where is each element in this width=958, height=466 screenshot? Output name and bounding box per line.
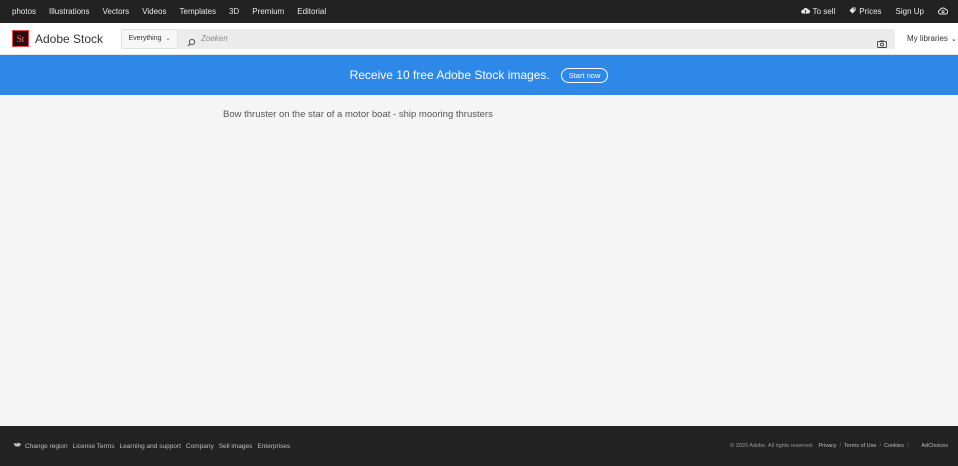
adobe-stock-logo[interactable]: St Adobe Stock xyxy=(12,30,109,47)
separator: / xyxy=(906,443,909,449)
tag-icon xyxy=(849,7,856,16)
separator: / xyxy=(879,443,881,449)
search-input[interactable] xyxy=(201,34,877,43)
nav-premium[interactable]: Premium xyxy=(252,7,284,16)
search-bar: Everything ⌄ xyxy=(121,28,895,49)
chevron-down-icon: ⌄ xyxy=(950,35,957,43)
prices-link[interactable]: Prices xyxy=(849,7,882,16)
sell-link[interactable]: To sell xyxy=(800,7,836,16)
creative-cloud-icon xyxy=(938,7,949,17)
sell-images-link[interactable]: Sell images xyxy=(219,443,253,450)
nav-photos[interactable]: photos xyxy=(12,7,36,16)
globe-icon xyxy=(13,442,22,450)
top-nav-actions: To sell Prices Sign Up xyxy=(787,7,949,17)
learning-support-link[interactable]: Learning and support xyxy=(119,443,180,450)
signup-link[interactable]: Sign Up xyxy=(896,7,924,16)
chevron-down-icon: ⌄ xyxy=(165,36,171,42)
search-scope-label: Everything xyxy=(128,35,162,42)
my-libraries-label: My libraries xyxy=(907,34,948,43)
nav-3d[interactable]: 3D xyxy=(229,7,239,16)
start-now-button[interactable]: Start now xyxy=(560,67,609,83)
nav-illustrations[interactable]: Illustrations xyxy=(49,7,89,16)
camera-icon[interactable] xyxy=(877,35,887,48)
sell-label: To sell xyxy=(812,7,836,16)
company-link[interactable]: Company xyxy=(186,443,214,450)
change-region-link[interactable]: Change region xyxy=(13,442,68,450)
copyright: © 2020 Adobe. All rights reserved. xyxy=(730,443,814,449)
privacy-link[interactable]: Privacy xyxy=(818,443,836,449)
prices-label: Prices xyxy=(859,7,882,16)
adchoices-link[interactable]: AdChoices xyxy=(921,443,948,449)
footer-links: Change region License Terms Learning and… xyxy=(13,442,295,450)
separator: / xyxy=(839,443,842,449)
nav-templates[interactable]: Templates xyxy=(180,7,216,16)
license-terms-link[interactable]: License Terms xyxy=(73,443,115,450)
search-icon xyxy=(187,34,196,47)
search-scope-dropdown[interactable]: Everything ⌄ xyxy=(121,28,178,49)
footer: Change region License Terms Learning and… xyxy=(0,426,958,466)
header: St Adobe Stock Everything ⌄ My libraries… xyxy=(0,23,958,55)
cookies-link[interactable]: Cookies xyxy=(884,443,904,449)
nav-videos[interactable]: Videos xyxy=(142,7,166,16)
logo-text: Adobe Stock xyxy=(35,31,104,46)
nav-editorial[interactable]: Editorial xyxy=(297,7,326,16)
top-nav: photos Illustrations Vectors Videos Temp… xyxy=(0,0,958,23)
change-region-label: Change region xyxy=(25,442,68,450)
footer-legal: © 2020 Adobe. All rights reserved. Priva… xyxy=(730,443,948,449)
promo-banner: Receive 10 free Adobe Stock images. Star… xyxy=(0,55,958,95)
asset-title: Bow thruster on the star of a motor boat… xyxy=(223,109,493,120)
cloud-upload-icon xyxy=(800,7,810,16)
terms-of-use-link[interactable]: Terms of Use xyxy=(844,443,876,449)
logo-badge: St xyxy=(12,30,29,47)
nav-vectors[interactable]: Vectors xyxy=(103,7,130,16)
account-menu[interactable] xyxy=(938,7,949,17)
promo-text: Receive 10 free Adobe Stock images. xyxy=(349,68,550,82)
enterprises-link[interactable]: Enterprises xyxy=(257,443,290,450)
top-nav-categories: photos Illustrations Vectors Videos Temp… xyxy=(12,7,339,16)
my-libraries-dropdown[interactable]: My libraries ⌄ xyxy=(907,34,957,43)
